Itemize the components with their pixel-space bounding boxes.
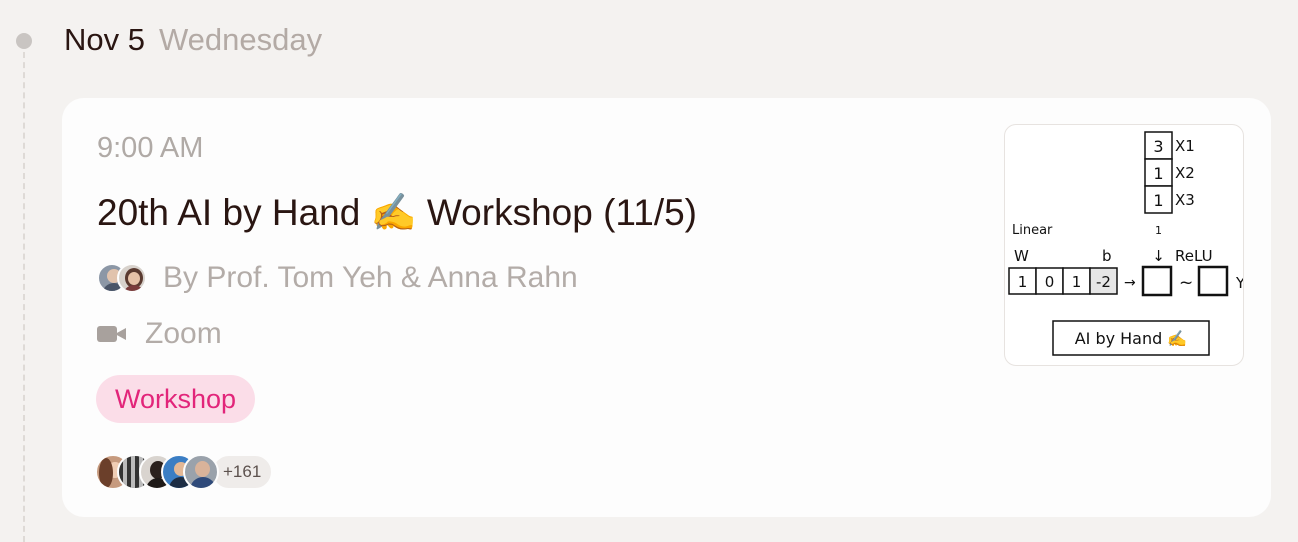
bias-input: 1 xyxy=(1155,224,1162,237)
weight-value: 1 xyxy=(1072,273,1082,291)
location-label: Zoom xyxy=(145,317,222,350)
relu-label: ReLU xyxy=(1175,247,1213,265)
thumbnail-diagram: 3 1 1 X1 X2 X3 Linear 1 W b ↓ ReLU 1 0 1… xyxy=(1008,131,1244,356)
x-value: 1 xyxy=(1153,164,1163,183)
y-label: Y xyxy=(1235,274,1244,292)
x-value: 3 xyxy=(1153,137,1163,156)
x-label: X1 xyxy=(1175,137,1195,155)
tilde: ~ xyxy=(1179,273,1193,293)
timeline-dot xyxy=(16,33,32,49)
bias-value: -2 xyxy=(1096,273,1111,291)
video-camera-icon xyxy=(97,324,127,344)
host-avatar[interactable] xyxy=(117,263,147,293)
attendee-avatar xyxy=(183,454,219,490)
date-header: Nov 5 Wednesday xyxy=(64,22,322,58)
x-label: X3 xyxy=(1175,191,1195,209)
w-label: W xyxy=(1014,247,1029,265)
weight-value: 0 xyxy=(1045,273,1055,291)
event-thumbnail[interactable]: 3 1 1 X1 X2 X3 Linear 1 W b ↓ ReLU 1 0 1… xyxy=(1004,124,1244,366)
event-card[interactable]: 9:00 AM 20th AI by Hand ✍️ Workshop (11/… xyxy=(62,98,1271,517)
hosts-label: By Prof. Tom Yeh & Anna Rahn xyxy=(163,261,578,294)
brand-label: AI by Hand ✍️ xyxy=(1075,329,1188,348)
event-title[interactable]: 20th AI by Hand ✍️ Workshop (11/5) xyxy=(97,192,697,235)
weight-value: 1 xyxy=(1018,273,1028,291)
linear-label: Linear xyxy=(1012,223,1053,238)
timeline-line xyxy=(23,52,25,542)
event-hosts: By Prof. Tom Yeh & Anna Rahn xyxy=(97,261,578,295)
arrow-right: → xyxy=(1124,275,1136,291)
weekday-label: Wednesday xyxy=(158,22,323,57)
event-location: Zoom xyxy=(97,317,222,351)
attendee-more-count[interactable]: +161 xyxy=(211,454,274,490)
b-label: b xyxy=(1102,247,1112,265)
date-label: Nov 5 xyxy=(64,22,145,57)
arrow-down: ↓ xyxy=(1152,247,1165,265)
x-label: X2 xyxy=(1175,164,1195,182)
x-value: 1 xyxy=(1153,191,1163,210)
tag-workshop[interactable]: Workshop xyxy=(96,375,256,423)
event-time: 9:00 AM xyxy=(97,132,204,164)
attendee-list[interactable]: +161 xyxy=(95,454,274,490)
